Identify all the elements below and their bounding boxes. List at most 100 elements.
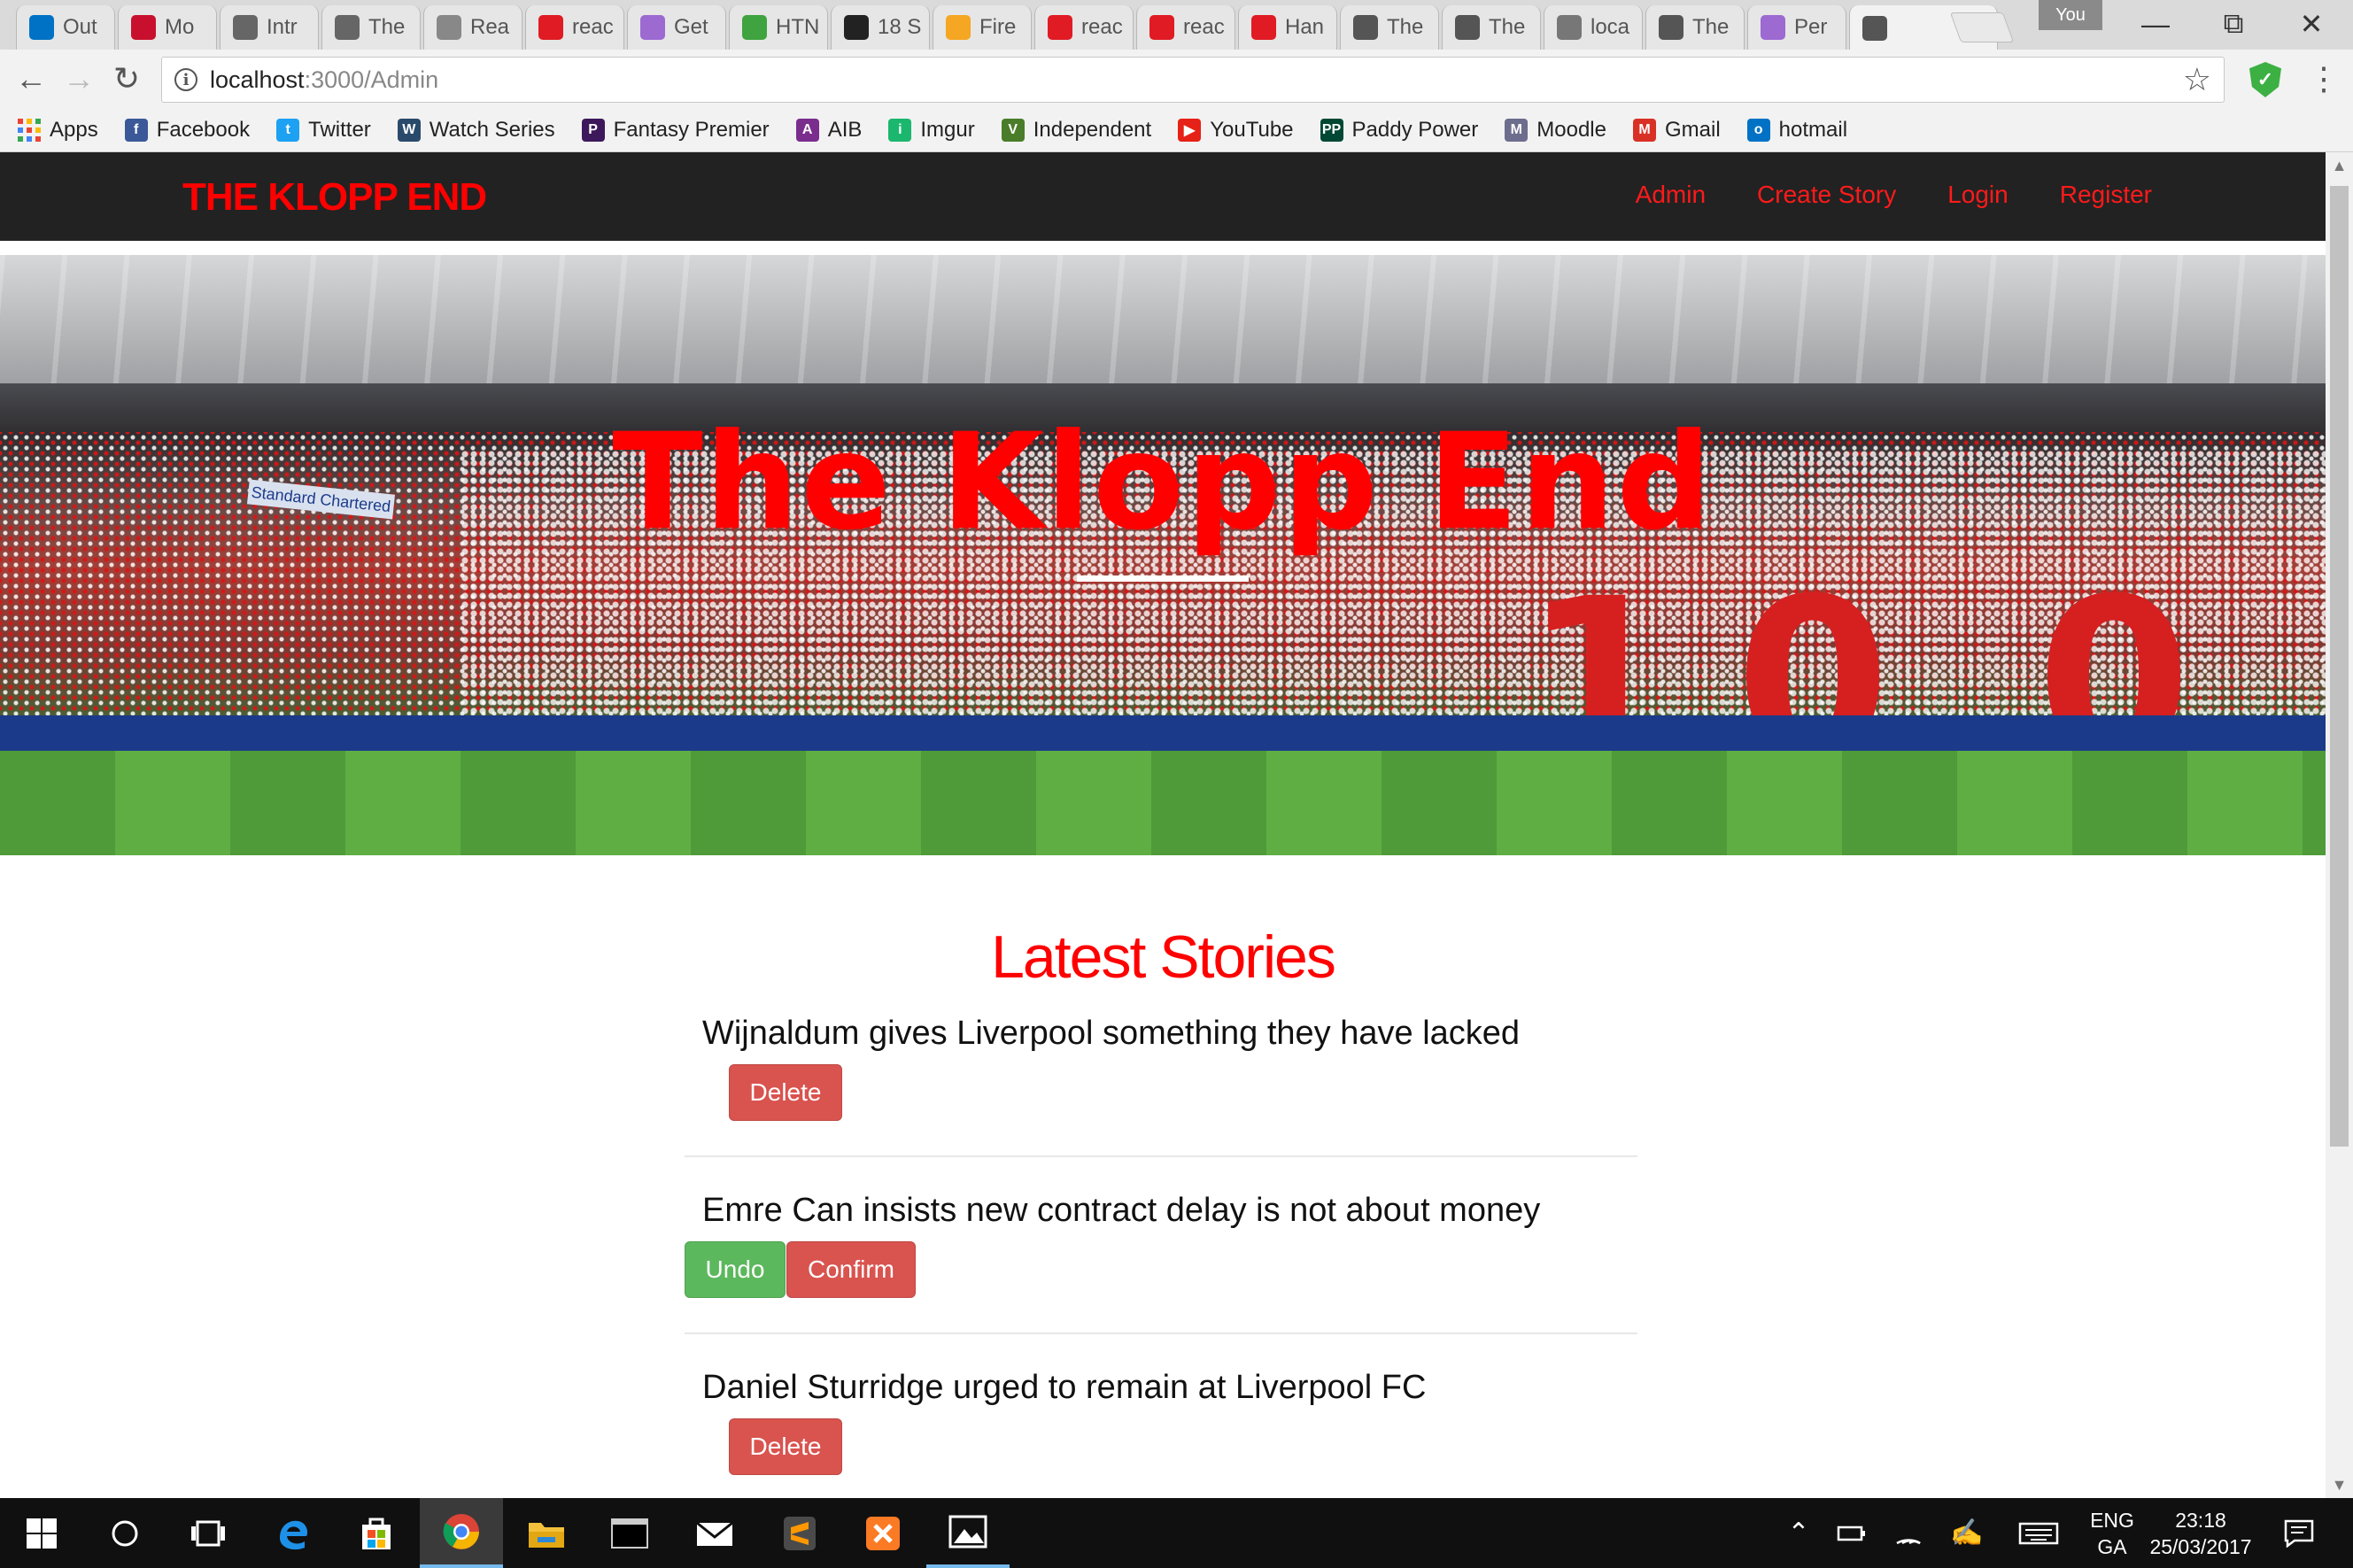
profile-button[interactable]: You <box>2039 0 2102 30</box>
system-clock[interactable]: 23:18 25/03/2017 <box>2143 1507 2258 1560</box>
browser-tab[interactable]: The <box>1442 5 1541 50</box>
browser-tab[interactable]: Intr <box>220 5 319 50</box>
story-divider <box>685 1155 1637 1157</box>
extension-shield-icon[interactable]: ✓ <box>2249 62 2281 97</box>
bookmark-item[interactable]: M Gmail <box>1632 118 1721 143</box>
clock-date: 25/03/2017 <box>2149 1535 2252 1558</box>
edge-browser-icon[interactable] <box>252 1498 335 1568</box>
page-scrollbar[interactable]: ▲ ▼ <box>2326 152 2353 1498</box>
stadium-roof <box>0 255 2326 383</box>
minimize-icon[interactable]: — <box>2117 0 2194 48</box>
xampp-icon[interactable] <box>841 1498 925 1568</box>
story-title[interactable]: Wijnaldum gives Liverpool something they… <box>702 1015 1637 1053</box>
site-navbar: THE KLOPP END Admin Create Story Login R… <box>0 152 2326 241</box>
premier-league-icon: P <box>581 118 605 142</box>
new-tab-button[interactable] <box>1949 12 2015 42</box>
address-bar[interactable]: i localhost:3000/Admin ☆ <box>161 57 2225 103</box>
bookmark-item[interactable]: PP Paddy Power <box>1320 117 1479 143</box>
chrome-taskbar-icon[interactable] <box>420 1498 503 1568</box>
reload-icon[interactable]: ↻ <box>104 57 149 101</box>
browser-tab[interactable]: Out <box>16 5 115 50</box>
bookmark-item[interactable]: W Watch Series <box>397 118 555 143</box>
nav-link-create-story[interactable]: Create Story <box>1757 181 1896 209</box>
terminal-icon[interactable] <box>588 1498 671 1568</box>
delete-button[interactable]: Delete <box>729 1064 842 1121</box>
undo-button[interactable]: Undo <box>685 1241 786 1298</box>
bookmark-star-icon[interactable]: ☆ <box>2183 61 2211 98</box>
photos-icon[interactable] <box>926 1498 1010 1568</box>
browser-tab[interactable]: The <box>321 5 421 50</box>
story-title[interactable]: Emre Can insists new contract delay is n… <box>702 1192 1637 1230</box>
restore-icon[interactable]: ⧉ <box>2194 0 2272 48</box>
browser-tab-strip: Out Mo Intr The Rea reac Get HTN 18 S Fire reac rea… <box>0 0 2353 51</box>
store-icon[interactable] <box>335 1498 418 1568</box>
battery-icon[interactable] <box>1830 1498 1874 1568</box>
browser-tab[interactable]: loca <box>1544 5 1643 50</box>
bookmark-item[interactable]: M Moodle <box>1505 118 1606 143</box>
bookmark-label: hotmail <box>1778 117 1848 142</box>
show-hidden-icons-icon[interactable]: ⌃ <box>1776 1498 1821 1568</box>
browser-tab[interactable]: The <box>1340 5 1439 50</box>
scroll-down-icon[interactable]: ▼ <box>2326 1471 2353 1498</box>
tab-title: Get <box>674 15 708 39</box>
file-explorer-icon[interactable] <box>505 1498 588 1568</box>
nav-link-login[interactable]: Login <box>1947 181 2009 209</box>
bookmark-label: Twitter <box>308 117 371 142</box>
react-icon <box>1455 15 1480 40</box>
nav-link-admin[interactable]: Admin <box>1636 181 1706 209</box>
bookmark-label: Moodle <box>1536 117 1606 142</box>
liverpool-crest-icon <box>131 15 156 40</box>
bookmark-item[interactable]: o hotmail <box>1746 117 1848 143</box>
windows-start-icon[interactable] <box>0 1498 83 1568</box>
story-title[interactable]: Daniel Sturridge urged to remain at Live… <box>702 1369 1637 1407</box>
confirm-delete-button[interactable]: Confirm <box>786 1241 916 1298</box>
keyboard-icon[interactable] <box>2014 1498 2063 1568</box>
wifi-icon[interactable] <box>1886 1498 1931 1568</box>
bookmark-label: Paddy Power <box>1351 117 1479 142</box>
tab-title: Rea <box>470 15 510 39</box>
bookmark-item[interactable]: Apps <box>18 118 98 143</box>
browser-tab[interactable]: reac <box>1136 5 1235 50</box>
browser-toolbar: ← → ↻ i localhost:3000/Admin ☆ ✓ ⋮ <box>0 50 2353 108</box>
close-window-icon[interactable]: ✕ <box>2272 0 2350 48</box>
imgur-icon: i <box>888 118 912 142</box>
input-language[interactable]: ENG GA <box>2081 1507 2143 1560</box>
browser-tab[interactable]: Fire <box>933 5 1032 50</box>
browser-menu-icon[interactable]: ⋮ <box>2306 57 2341 101</box>
tab-title: Fire <box>979 15 1017 39</box>
task-view-icon[interactable] <box>166 1498 250 1568</box>
sublime-text-icon[interactable] <box>758 1498 841 1568</box>
bookmark-item[interactable]: ▶ YouTube <box>1178 118 1294 143</box>
scroll-up-icon[interactable]: ▲ <box>2326 152 2353 179</box>
bookmark-item[interactable]: i Imgur <box>888 118 975 143</box>
browser-tab[interactable]: reac <box>1034 5 1134 50</box>
site-brand[interactable]: THE KLOPP END <box>182 175 487 220</box>
browser-tab[interactable]: reac <box>525 5 624 50</box>
browser-tab[interactable]: Get <box>627 5 726 50</box>
browser-tab[interactable]: Rea <box>423 5 522 50</box>
back-icon[interactable]: ← <box>9 57 53 101</box>
browser-tab[interactable]: The <box>1645 5 1745 50</box>
browser-tab[interactable]: Han <box>1238 5 1337 50</box>
cortana-search-icon[interactable] <box>83 1498 166 1568</box>
scroll-thumb[interactable] <box>2330 186 2349 1147</box>
forward-icon[interactable]: → <box>57 57 101 101</box>
tab-title: 18 S <box>878 15 922 39</box>
browser-tab[interactable]: Mo <box>118 5 217 50</box>
hero-divider <box>1077 575 1249 582</box>
bookmark-item[interactable]: A AIB <box>795 118 862 143</box>
action-center-icon[interactable] <box>2272 1498 2326 1568</box>
browser-tab[interactable]: HTN <box>729 5 828 50</box>
tab-title: reac <box>1183 15 1225 39</box>
delete-button[interactable]: Delete <box>729 1418 842 1475</box>
bookmark-item[interactable]: f Facebook <box>124 118 250 143</box>
bookmark-item[interactable]: P Fantasy Premier <box>581 118 770 143</box>
bookmark-item[interactable]: t Twitter <box>276 118 371 143</box>
site-info-icon[interactable]: i <box>174 68 197 91</box>
bookmark-item[interactable]: V Independent <box>1001 118 1151 143</box>
pen-icon[interactable]: ✍ <box>1945 1498 1989 1568</box>
mail-icon[interactable] <box>673 1498 756 1568</box>
browser-tab[interactable]: Per <box>1747 5 1846 50</box>
nav-link-register[interactable]: Register <box>2060 181 2152 209</box>
browser-tab[interactable]: 18 S <box>831 5 930 50</box>
